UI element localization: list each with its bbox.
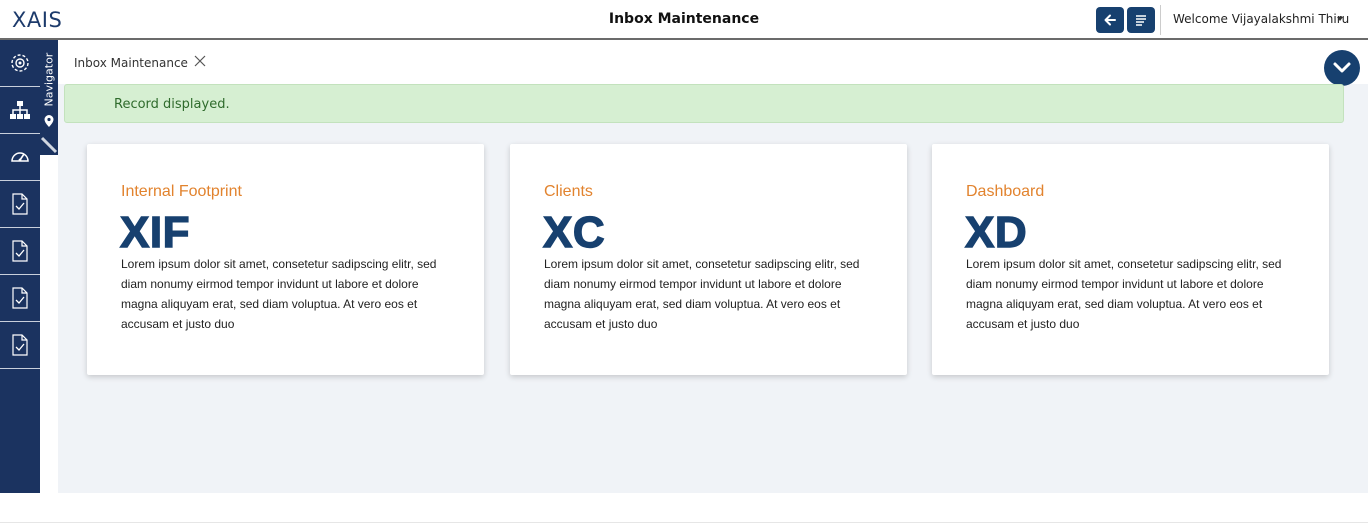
footer-divider <box>0 522 1368 523</box>
card-title: Internal Footprint <box>121 183 242 200</box>
card-internal-footprint[interactable]: Internal Footprint XIF Lorem ipsum dolor… <box>87 144 484 375</box>
page-title: Inbox Maintenance <box>608 11 760 27</box>
card-description: Lorem ipsum dolor sit amet, consetetur s… <box>966 257 1282 331</box>
map-pin-icon <box>44 115 54 127</box>
alert-message: Record displayed. <box>114 97 230 112</box>
tab-inbox-maintenance[interactable]: Inbox Maintenance <box>74 56 188 70</box>
back-button[interactable] <box>1096 7 1124 33</box>
navigator-label: Navigator <box>42 52 56 107</box>
card-abbreviation: XIF <box>119 207 190 257</box>
sidebar-item-hierarchy[interactable] <box>0 87 40 134</box>
header-divider <box>1160 5 1161 35</box>
document-check-icon <box>12 193 28 215</box>
sidebar-item-document-1[interactable] <box>0 181 40 228</box>
card-description: Lorem ipsum dolor sit amet, consetetur s… <box>544 257 860 331</box>
settings-cog-icon <box>11 54 29 72</box>
user-menu[interactable]: Welcome Vijayalakshmi Thiru <box>1173 12 1349 26</box>
card-abbreviation: XD <box>964 207 1028 257</box>
sidebar-item-settings[interactable] <box>0 40 40 87</box>
speedometer-icon <box>11 152 29 162</box>
sidebar <box>0 40 40 493</box>
chevron-down-icon[interactable] <box>1337 17 1343 21</box>
card-dashboard[interactable]: Dashboard XD Lorem ipsum dolor sit amet,… <box>932 144 1329 375</box>
card-abbreviation: XC <box>542 207 606 257</box>
document-check-icon <box>12 240 28 262</box>
collapse-button[interactable] <box>1324 50 1360 86</box>
card-clients[interactable]: Clients XC Lorem ipsum dolor sit amet, c… <box>510 144 907 375</box>
card-title: Clients <box>544 183 593 200</box>
sitemap-icon <box>10 101 30 119</box>
close-icon[interactable] <box>194 55 206 67</box>
success-alert: Record displayed. <box>64 84 1344 123</box>
card-description: Lorem ipsum dolor sit amet, consetetur s… <box>121 257 437 331</box>
sidebar-item-document-3[interactable] <box>0 275 40 322</box>
arrow-left-icon <box>1104 14 1116 26</box>
chevron-down-icon <box>1333 62 1351 73</box>
menu-lines-icon <box>1136 15 1146 26</box>
tab-strip: Inbox Maintenance <box>58 40 1368 84</box>
card-title: Dashboard <box>966 183 1045 200</box>
sidebar-item-dashboard[interactable] <box>0 134 40 181</box>
document-check-icon <box>12 287 28 309</box>
sidebar-item-document-2[interactable] <box>0 228 40 275</box>
navigator-tab[interactable]: Navigator <box>40 40 58 155</box>
sidebar-item-document-4[interactable] <box>0 322 40 369</box>
menu-button[interactable] <box>1127 7 1155 33</box>
pencil-icon <box>40 136 58 154</box>
top-bar: XAIS Inbox Maintenance Welcome Vijayalak… <box>0 0 1368 40</box>
document-check-icon <box>12 334 28 356</box>
